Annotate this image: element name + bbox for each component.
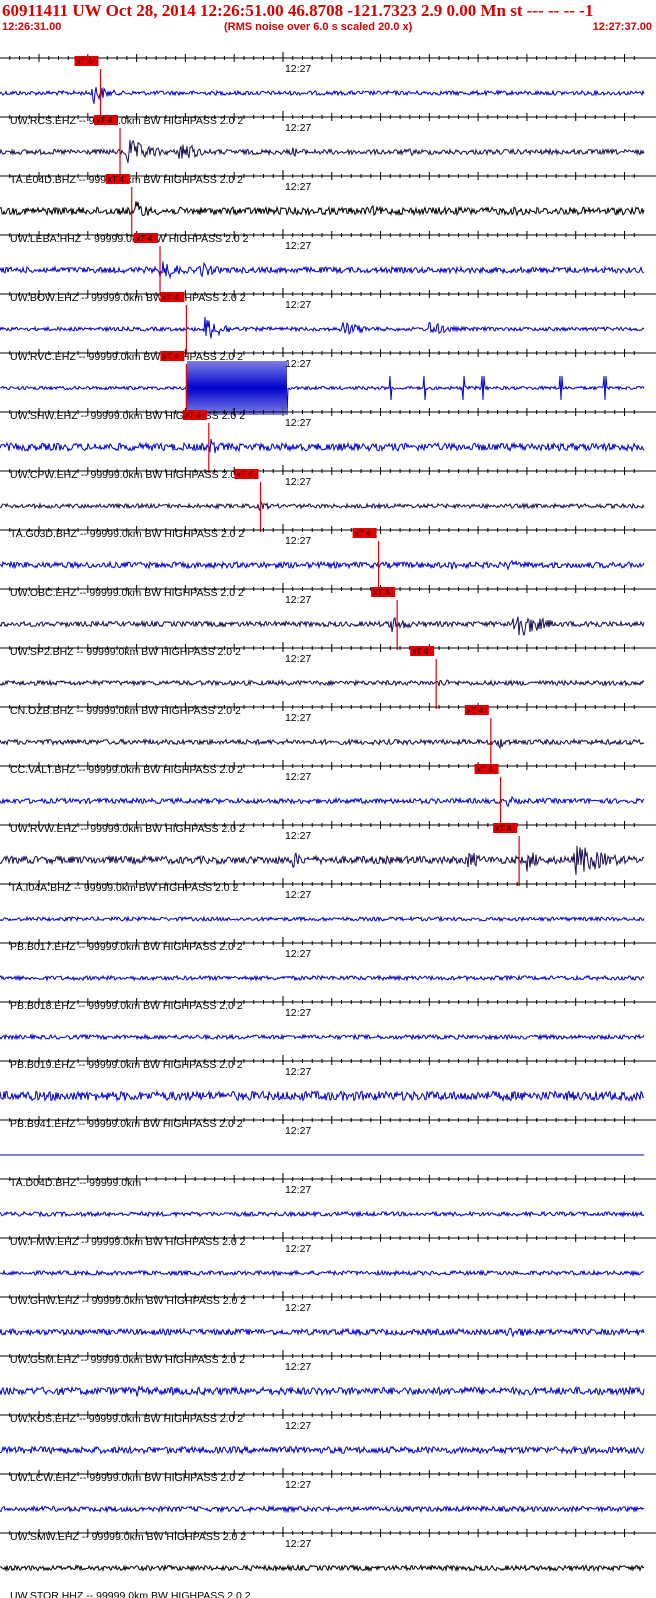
waveform-trace	[0, 1385, 645, 1397]
minute-tick-label: 12:27	[285, 653, 311, 665]
pick-label: xT 4	[77, 56, 94, 66]
waveform-trace	[0, 139, 645, 163]
waveform-trace	[0, 86, 645, 104]
minute-tick-label: 12:27	[285, 1066, 311, 1078]
end-time-label: 12:27:37.00	[592, 21, 652, 33]
waveform-trace	[0, 737, 645, 750]
minute-tick-label: 12:27	[285, 889, 311, 901]
waveform-trace	[0, 438, 645, 454]
waveform-trace	[0, 1089, 645, 1103]
waveform-trace	[0, 1269, 644, 1278]
start-time-label: 12:26:31.00	[2, 21, 62, 33]
pick-label: xT 4	[495, 823, 512, 833]
minute-tick-label: 12:27	[285, 948, 311, 960]
waveform-trace	[0, 795, 645, 808]
pick-label: xT 4	[108, 174, 125, 184]
waveform-trace	[0, 1504, 645, 1514]
minute-tick-label: 12:27	[285, 1184, 311, 1196]
pick-label: xT 4	[162, 351, 179, 361]
waveform-trace	[0, 201, 645, 218]
minute-tick-label: 12:27	[285, 476, 311, 488]
pick-label: xT 4	[467, 705, 484, 715]
pick-label: xT 4	[477, 764, 494, 774]
pick-label: xT 4	[96, 115, 113, 125]
minute-tick-label: 12:27	[285, 1243, 311, 1255]
waveform-trace	[0, 1327, 645, 1338]
minute-tick-label: 12:27	[285, 1125, 311, 1137]
minute-tick-label: 12:27	[285, 830, 311, 842]
seismogram-plot: 12:27xT 4UW.RCS.EHZ -- 99999.0km BW HIGH…	[0, 52, 656, 1598]
waveform-trace	[0, 616, 645, 636]
waveform-trace	[0, 1210, 645, 1218]
minute-tick-label: 12:27	[285, 299, 311, 311]
waveform-trace	[0, 559, 645, 571]
minute-tick-label: 12:27	[285, 1538, 311, 1550]
waveform-trace	[0, 1444, 645, 1456]
minute-tick-label: 12:27	[285, 1361, 311, 1373]
pick-label: xT 4	[185, 410, 202, 420]
waveform-trace	[0, 316, 645, 339]
minute-tick-label: 12:27	[285, 1007, 311, 1019]
minute-tick-label: 12:27	[285, 181, 311, 193]
minute-tick-label: 12:27	[285, 535, 311, 547]
minute-tick-label: 12:27	[285, 1420, 311, 1432]
waveform-trace	[0, 1032, 645, 1041]
waveform-trace	[0, 360, 645, 416]
pick-label: xT 4	[355, 528, 372, 538]
pick-label: xT 4	[373, 587, 390, 597]
waveform-trace	[0, 261, 645, 280]
waveform-trace	[0, 501, 645, 512]
waveform-trace	[0, 1563, 645, 1573]
minute-tick-label: 12:27	[285, 122, 311, 134]
event-title: 60911411 UW Oct 28, 2014 12:26:51.00 46.…	[2, 1, 594, 20]
waveform-trace	[0, 915, 645, 923]
scale-note: (RMS noise over 6.0 s scaled 20.0 x)	[224, 21, 413, 33]
pick-label: xT 4	[237, 469, 254, 479]
pick-label: xT 4	[136, 233, 153, 243]
waveform-trace	[0, 845, 645, 876]
plot-header: 60911411 UW Oct 28, 2014 12:26:51.00 46.…	[0, 0, 656, 34]
minute-tick-label: 12:27	[285, 63, 311, 75]
pick-label: xT 4	[412, 646, 429, 656]
minute-tick-label: 12:27	[285, 1302, 311, 1314]
minute-tick-label: 12:27	[285, 712, 311, 724]
pick-label: xT 4	[162, 292, 179, 302]
minute-tick-label: 12:27	[285, 594, 311, 606]
minute-tick-label: 12:27	[285, 240, 311, 252]
trace-label: UW.STOR.HHZ -- 99999.0km BW HIGHPASS 2.0…	[10, 1590, 251, 1598]
minute-tick-label: 12:27	[285, 771, 311, 783]
minute-tick-label: 12:27	[285, 417, 311, 429]
minute-tick-label: 12:27	[285, 1479, 311, 1491]
minute-tick-label: 12:27	[285, 358, 311, 370]
waveform-trace	[0, 679, 645, 687]
waveform-trace	[0, 974, 645, 982]
